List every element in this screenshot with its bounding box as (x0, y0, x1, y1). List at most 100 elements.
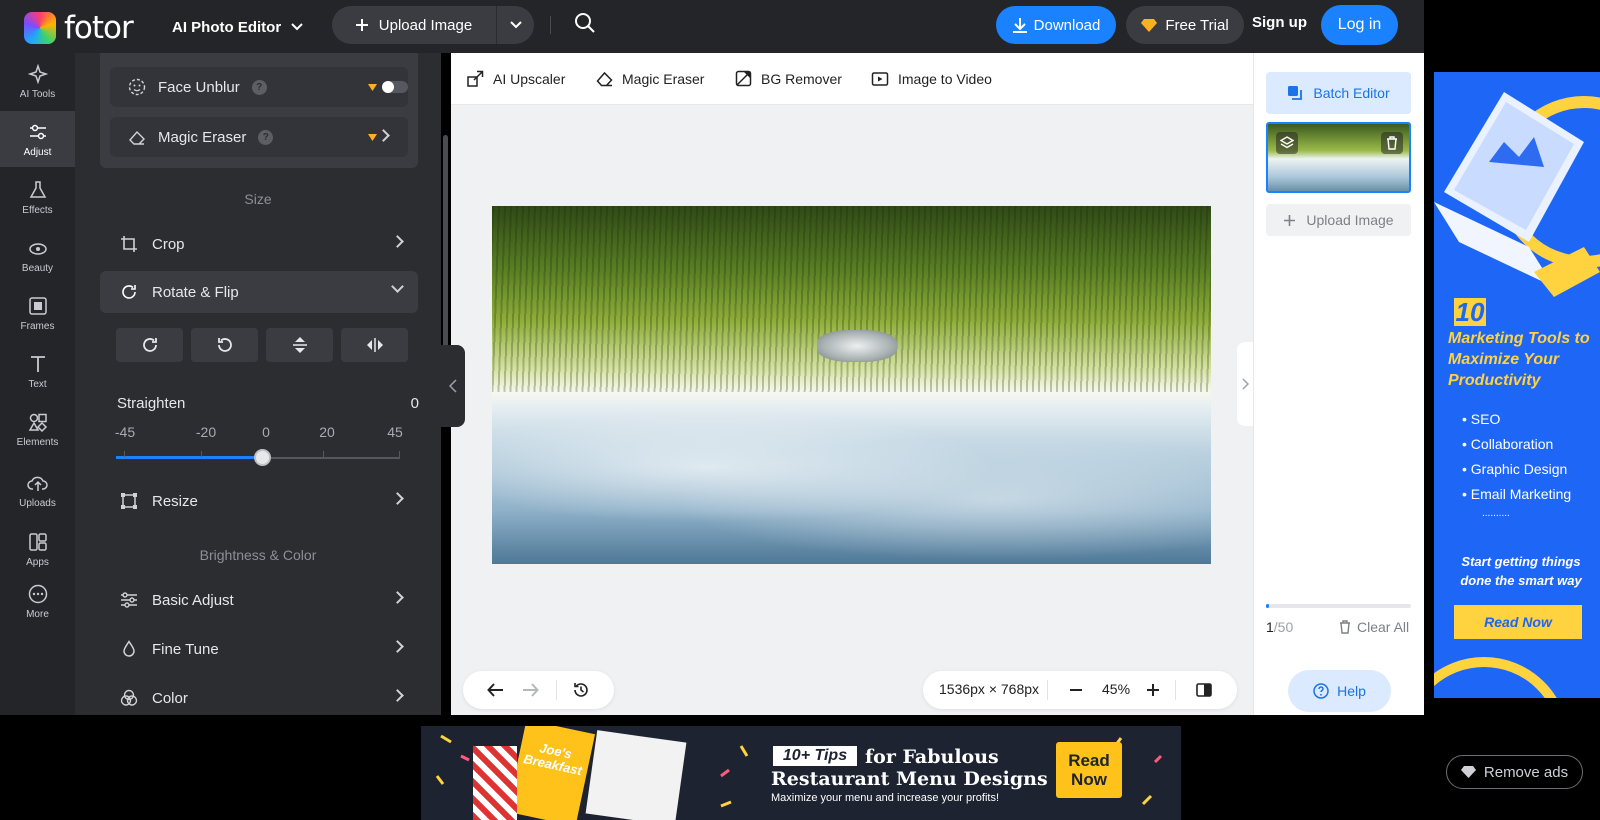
rail-label: Adjust (23, 146, 52, 158)
flip-horizontal-button[interactable] (341, 328, 408, 362)
redo-icon[interactable] (521, 682, 539, 698)
rail-item-uploads[interactable]: Uploads (0, 459, 75, 521)
rail-label: Beauty (21, 262, 54, 274)
straighten-slider-thumb[interactable] (254, 449, 271, 466)
chevron-right-icon (391, 235, 404, 248)
help-icon[interactable]: ? (258, 129, 274, 145)
batch-count: 1/50 (1266, 619, 1293, 635)
ad-bullet: • Email Marketing (1462, 486, 1572, 502)
rail-item-more[interactable]: More (0, 573, 75, 629)
compare-icon[interactable] (1196, 683, 1212, 697)
chevron-down-icon (509, 21, 522, 29)
batch-editor-button[interactable]: Batch Editor (1266, 72, 1411, 114)
expand-right-panel-button[interactable] (1237, 342, 1253, 426)
upload-image-label: Upload Image (378, 16, 473, 34)
upload-image-button[interactable]: Upload Image (332, 6, 495, 44)
free-trial-button[interactable]: Free Trial (1126, 6, 1244, 44)
rail-item-apps[interactable]: Apps (0, 521, 75, 577)
eye-icon (27, 237, 49, 259)
rail-label: Elements (16, 436, 59, 448)
zoom-out-icon[interactable] (1069, 683, 1083, 697)
rail-item-ai-tools[interactable]: AI Tools (0, 53, 75, 109)
rail-item-elements[interactable]: Elements (0, 401, 75, 457)
crop-item[interactable]: Crop (100, 223, 418, 265)
resize-item[interactable]: Resize (100, 480, 418, 522)
upload-options-button[interactable] (496, 6, 534, 44)
download-button[interactable]: Download (996, 6, 1116, 44)
section-size-label: Size (244, 191, 272, 207)
side-advertisement[interactable]: 10 Marketing Tools to Maximize Your Prod… (1434, 72, 1600, 698)
rotate-left-button[interactable] (191, 328, 258, 362)
chevron-down-icon (391, 280, 404, 293)
search-icon[interactable] (574, 12, 598, 36)
ad-read-now-cta[interactable]: Read Now (1056, 742, 1122, 798)
grass-texture (492, 206, 1211, 393)
remove-ads-button[interactable]: Remove ads (1446, 755, 1583, 789)
basic-adjust-label: Basic Adjust (152, 591, 234, 609)
fine-tune-item[interactable]: Fine Tune (100, 628, 418, 670)
frame-icon (27, 295, 49, 317)
zoom-in-icon[interactable] (1146, 683, 1160, 697)
remove-ads-label: Remove ads (1483, 763, 1569, 781)
clear-all-button[interactable]: Clear All (1339, 619, 1409, 635)
magic-eraser-tool[interactable]: Magic Eraser (596, 70, 704, 87)
rail-item-frames[interactable]: Frames (0, 285, 75, 341)
bg-remover-tool[interactable]: BG Remover (735, 70, 842, 87)
canvas-image[interactable] (492, 206, 1211, 564)
face-icon (128, 78, 146, 96)
batch-progress-fill (1266, 604, 1269, 608)
magic-eraser-item[interactable]: Magic Eraser ? (110, 117, 408, 157)
trash-icon[interactable] (1381, 132, 1403, 154)
color-label: Color (152, 689, 188, 707)
log-in-button[interactable]: Log in (1321, 5, 1398, 45)
rail-item-adjust[interactable]: Adjust (0, 111, 75, 167)
upload-image-group: Upload Image (332, 6, 534, 44)
sign-up-link[interactable]: Sign up (1252, 14, 1307, 31)
rotate-flip-item[interactable]: Rotate & Flip (100, 271, 418, 313)
upload-image-secondary-button[interactable]: Upload Image (1266, 204, 1411, 236)
free-trial-label: Free Trial (1165, 16, 1229, 34)
crop-label: Crop (152, 235, 185, 253)
face-unblur-toggle[interactable] (382, 81, 408, 93)
rail-item-effects[interactable]: Effects (0, 169, 75, 225)
face-unblur-label: Face Unblur (158, 78, 240, 96)
straighten-value: 0 (410, 395, 419, 412)
help-icon[interactable]: ? (251, 79, 267, 95)
basic-adjust-item[interactable]: Basic Adjust (100, 579, 418, 621)
undo-icon[interactable] (487, 682, 505, 698)
collapse-panel-button[interactable] (441, 345, 465, 427)
bottom-advertisement[interactable]: Joe's Breakfast 10+ Tips for Fabulous Re… (421, 726, 1181, 820)
zoom-level[interactable]: 45% (1102, 681, 1130, 697)
image-thumbnail[interactable] (1266, 122, 1411, 193)
straighten-label: Straighten (117, 395, 186, 412)
rotate-right-button[interactable] (116, 328, 183, 362)
slider-tick (124, 451, 125, 457)
magic-eraser-label: Magic Eraser (158, 128, 247, 146)
ad-bullet-list: • SEO • Collaboration • Graphic Design •… (1462, 407, 1592, 521)
ai-features-card: Face Unblur ? Magic Eraser ? (100, 53, 418, 168)
image-to-video-tool[interactable]: Image to Video (871, 70, 992, 87)
help-button[interactable]: Help (1288, 670, 1391, 712)
ai-upscaler-tool[interactable]: AI Upscaler (467, 70, 565, 87)
ad-bullet: • Collaboration (1462, 436, 1554, 452)
fotor-logo[interactable]: fotor (24, 10, 134, 46)
history-icon[interactable] (572, 681, 590, 699)
rail-item-beauty[interactable]: Beauty (0, 227, 75, 283)
fotor-logo-icon (24, 12, 56, 44)
layers-icon[interactable] (1276, 132, 1298, 154)
divider (550, 16, 551, 34)
rail-item-text[interactable]: Text (0, 343, 75, 399)
rail-label: Uploads (19, 497, 56, 509)
slider-tick (201, 451, 202, 457)
magic-eraser-tool-label: Magic Eraser (622, 70, 705, 87)
flip-vertical-button[interactable] (266, 328, 333, 362)
diamond-icon (1460, 766, 1476, 778)
ai-photo-editor-menu[interactable]: AI Photo Editor (172, 14, 303, 40)
chevron-right-icon (391, 492, 404, 505)
cloud-texture (492, 402, 1211, 564)
color-item[interactable]: Color (100, 677, 418, 715)
layers-icon (1288, 86, 1303, 100)
tick-label: 45 (387, 424, 403, 440)
face-unblur-item[interactable]: Face Unblur ? (110, 67, 408, 107)
editor-menu-label: AI Photo Editor (172, 18, 282, 36)
